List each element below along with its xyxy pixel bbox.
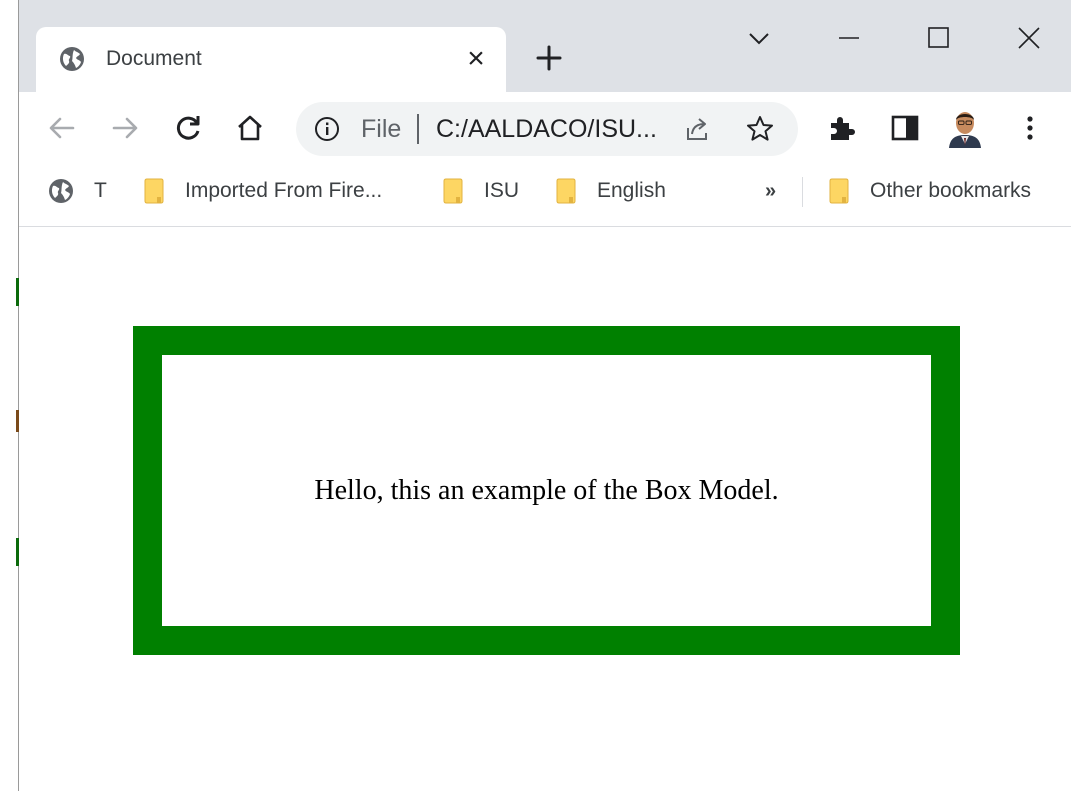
bookmark-star-icon[interactable] [745, 114, 775, 144]
browser-toolbar: File C:/AALDACO/ISU... [19, 92, 1071, 164]
bookmark-label: Other bookmarks [870, 179, 1032, 202]
bookmarks-bar: T Imported From Fire... ISU English » Ot… [19, 164, 1071, 227]
bookmarks-overflow-button[interactable]: » [765, 175, 776, 207]
folder-icon [829, 178, 849, 204]
puzzle-icon[interactable] [825, 111, 859, 145]
reload-icon[interactable] [171, 111, 205, 145]
home-icon[interactable] [233, 111, 267, 145]
folder-icon [144, 178, 164, 204]
url-text[interactable]: C:/AALDACO/ISU... [436, 114, 657, 144]
profile-avatar[interactable] [946, 108, 984, 148]
new-tab-button[interactable] [531, 40, 567, 76]
back-arrow-icon[interactable] [45, 111, 79, 145]
bookmark-t[interactable]: T [48, 175, 107, 207]
bookmarks-divider [802, 177, 803, 207]
tab-close-button[interactable]: × [461, 44, 491, 74]
other-bookmarks-folder[interactable]: Other bookmarks [828, 175, 1031, 207]
bookmark-label: ISU [484, 179, 520, 202]
share-icon[interactable] [682, 114, 712, 144]
bookmark-label: T [94, 179, 107, 202]
tab-title: Document [106, 47, 202, 70]
kebab-menu-icon[interactable] [1013, 111, 1047, 145]
globe-icon [60, 47, 84, 71]
forward-arrow-icon[interactable] [108, 111, 142, 145]
page-viewport: Hello, this an example of the Box Model. [19, 228, 1071, 791]
side-panel-icon[interactable] [888, 111, 922, 145]
window-close-button[interactable] [1007, 18, 1051, 58]
url-separator [417, 114, 419, 144]
bookmark-folder-imported[interactable]: Imported From Fire... [143, 175, 382, 207]
bookmark-label: English [597, 179, 666, 202]
bookmark-label: Imported From Fire... [185, 179, 383, 202]
browser-window: Document × File C:/AALDACO/ISU... T Impo… [19, 0, 1071, 791]
bookmark-folder-isu[interactable]: ISU [442, 175, 519, 207]
bookmark-folder-english[interactable]: English [555, 175, 666, 207]
maximize-button[interactable] [917, 18, 961, 58]
tab-document[interactable]: Document × [36, 27, 506, 92]
url-scheme-label: File [361, 115, 402, 143]
desktop-edge [0, 0, 19, 791]
folder-icon [443, 178, 463, 204]
site-info-icon[interactable] [314, 116, 340, 142]
folder-icon [556, 178, 576, 204]
address-bar[interactable]: File C:/AALDACO/ISU... [296, 102, 798, 156]
box-model-text: Hello, this an example of the Box Model. [314, 474, 779, 506]
minimize-button[interactable] [827, 18, 871, 58]
chevron-double-right-icon: » [765, 180, 777, 202]
globe-icon [49, 179, 73, 203]
tab-strip: Document × [19, 0, 1071, 92]
tab-search-chevron-icon[interactable] [741, 24, 777, 54]
box-model-container: Hello, this an example of the Box Model. [133, 326, 960, 655]
